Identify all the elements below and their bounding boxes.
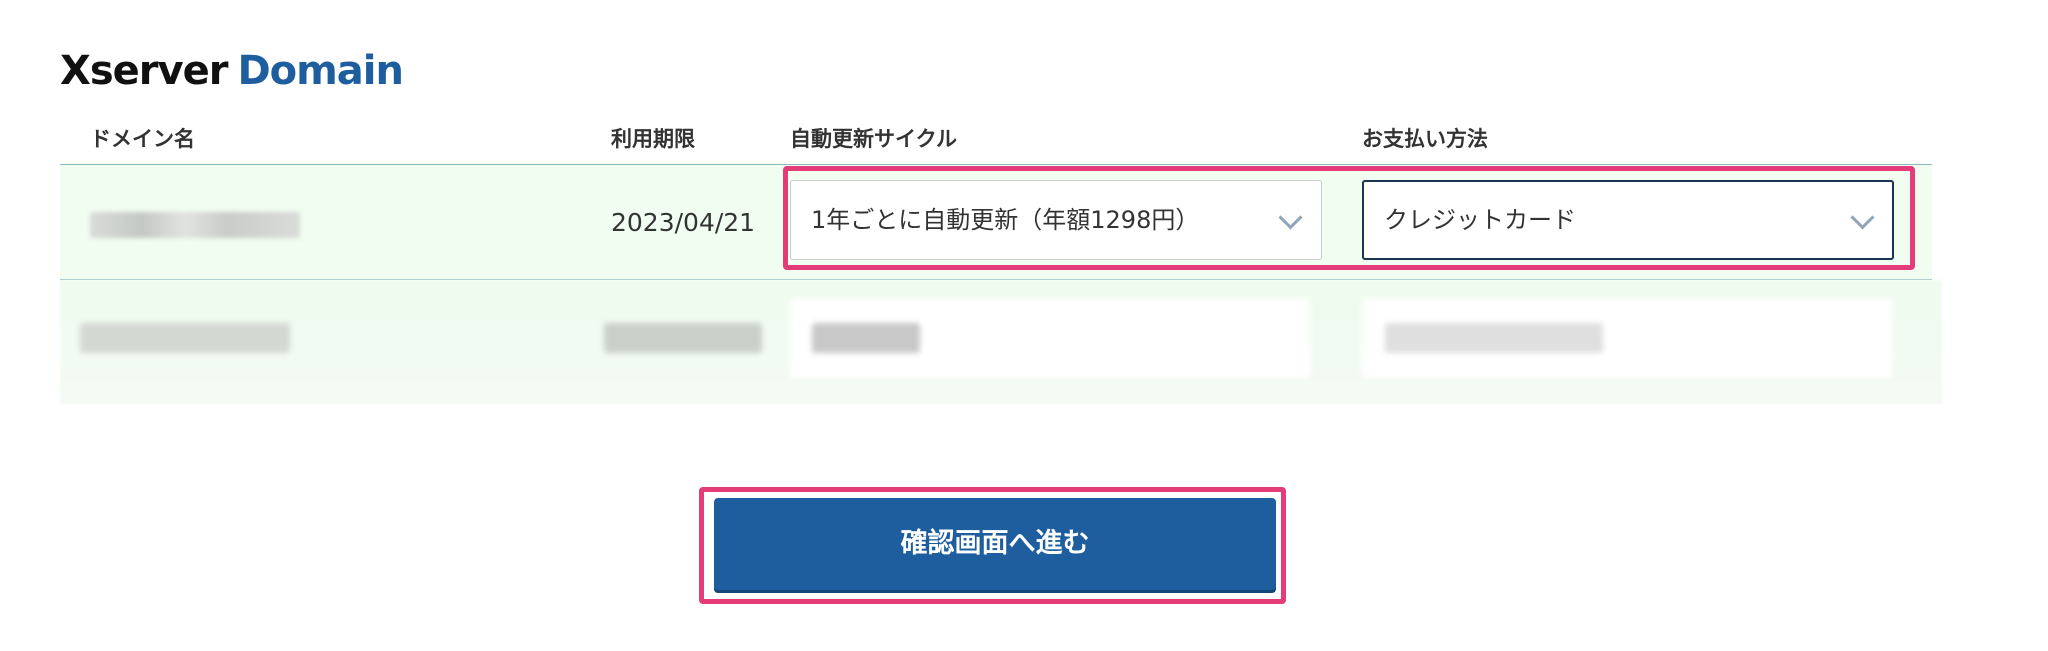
logo-product: Domain: [237, 48, 404, 94]
redacted-domain-name: [80, 323, 290, 353]
confirm-button[interactable]: 確認画面へ進む: [714, 498, 1276, 590]
logo-brand: Xserver: [60, 48, 228, 94]
redacted-renew-value: [812, 323, 920, 353]
redacted-expiry: [604, 323, 762, 353]
highlight-frame-selects: [783, 166, 1915, 270]
column-header-payment-method: お支払い方法: [1362, 127, 1488, 151]
column-header-renew-cycle: 自動更新サイクル: [790, 127, 957, 151]
column-header-expiry: 利用期限: [611, 127, 695, 151]
page: Xserver Domain ドメイン名 利用期限 自動更新サイクル お支払い方法…: [0, 0, 2048, 651]
xserver-domain-logo: Xserver Domain: [60, 46, 404, 96]
column-header-domain-name: ドメイン名: [90, 127, 195, 151]
redacted-payment-value: [1385, 323, 1603, 353]
expiry-date: 2023/04/21: [611, 208, 756, 237]
redacted-domain-name: [90, 212, 300, 238]
